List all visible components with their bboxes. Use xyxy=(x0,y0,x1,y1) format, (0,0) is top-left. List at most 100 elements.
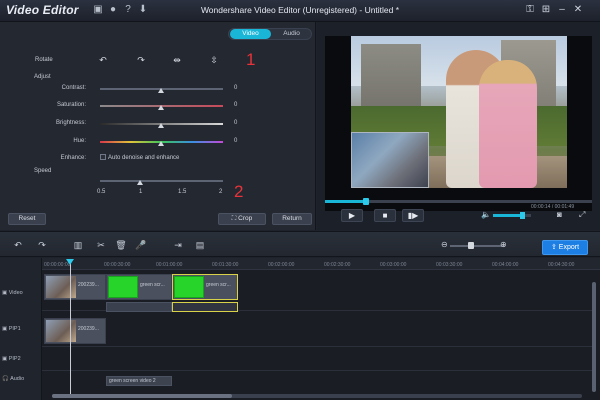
speed-slider[interactable] xyxy=(100,180,223,182)
redo-icon[interactable]: ↷ xyxy=(36,240,48,251)
play-button[interactable]: ▶ xyxy=(341,209,363,222)
timeline-ruler[interactable]: 00:00:00:00 00:00:30:00 00:01:00:00 00:0… xyxy=(42,258,600,270)
pip-track-icon: ▣ xyxy=(2,326,9,332)
ruler-tick: 00:04:30:00 xyxy=(548,262,575,268)
speed-tick-label: 1.5 xyxy=(178,189,187,195)
flip-horizontal-icon[interactable]: ⇹ xyxy=(172,55,182,65)
video-clip[interactable]: green scr... xyxy=(106,274,172,300)
rotate-right-icon[interactable]: ↷ xyxy=(136,55,146,65)
saturation-label: Saturation: xyxy=(56,102,86,108)
enhance-checkbox[interactable] xyxy=(100,154,106,160)
export-button[interactable]: ⇪ Export xyxy=(542,240,588,255)
annotation-marker-2: 2 xyxy=(234,182,244,201)
seekbar-progress xyxy=(325,200,365,203)
pip-clip[interactable]: 200239... xyxy=(44,318,106,344)
speed-label: Speed xyxy=(34,168,52,174)
clip-effect-bar[interactable] xyxy=(106,302,172,312)
timeline-horizontal-scrollbar[interactable] xyxy=(52,394,582,398)
track-headers: ▣ Video ▣ PIP1 ▣ PIP2 🎧 Audio xyxy=(0,258,42,400)
preview-video[interactable] xyxy=(325,36,592,211)
key-icon[interactable]: ⚿ xyxy=(524,4,536,16)
adjust-label: Adjust xyxy=(34,74,51,80)
export-button-label: Export xyxy=(558,244,580,251)
seekbar-thumb[interactable] xyxy=(363,198,369,205)
preview-timecode: 00:00:14 / 00:01:49 xyxy=(531,204,575,210)
ruler-tick: 00:02:00:00 xyxy=(268,262,295,268)
saturation-slider-thumb[interactable] xyxy=(158,105,164,110)
split-icon[interactable]: ⇥ xyxy=(172,240,184,251)
clip-name: green scr... xyxy=(206,282,231,288)
audio-clip[interactable]: green screen video 2 xyxy=(106,376,172,386)
hue-slider-thumb[interactable] xyxy=(158,141,164,146)
pip-overlay[interactable] xyxy=(351,132,429,188)
annotation-marker-1: 1 xyxy=(246,50,256,69)
reset-button[interactable]: Reset xyxy=(8,213,46,225)
zoom-slider-thumb[interactable] xyxy=(468,242,474,249)
clip-effect-bar-selected[interactable] xyxy=(172,302,238,312)
track-label-audio: 🎧 Audio xyxy=(2,376,25,382)
return-button[interactable]: Return xyxy=(272,213,312,225)
stop-button[interactable]: ■ xyxy=(374,209,396,222)
ruler-tick: 00:03:00:00 xyxy=(380,262,407,268)
fullscreen-icon[interactable]: ⤢ xyxy=(579,210,585,220)
clip-thumbnail xyxy=(46,320,76,342)
preview-seekbar[interactable] xyxy=(325,198,592,205)
next-frame-icon: ▮▶ xyxy=(407,211,419,220)
track-label-video: ▣ Video xyxy=(2,290,23,296)
volume-icon[interactable]: 🔈 xyxy=(481,210,491,219)
crop-button-label: Crop xyxy=(238,215,253,222)
export-icon: ⇪ xyxy=(550,244,559,251)
delete-icon[interactable]: 🗑 xyxy=(115,240,127,251)
cut-icon[interactable]: ✂ xyxy=(95,240,107,251)
ruler-tick: 00:00:30:00 xyxy=(104,262,131,268)
contrast-slider-thumb[interactable] xyxy=(158,88,164,93)
volume-slider[interactable] xyxy=(493,212,531,219)
video-clip-selected[interactable]: green scr... xyxy=(172,274,238,300)
flip-vertical-icon[interactable]: ⇳ xyxy=(209,55,219,65)
stop-icon: ■ xyxy=(382,211,388,220)
playhead-line[interactable] xyxy=(70,262,71,394)
volume-thumb[interactable] xyxy=(520,212,525,219)
ruler-tick: 00:04:00:00 xyxy=(492,262,519,268)
detach-icon[interactable]: ▤ xyxy=(194,240,206,251)
zoom-in-icon[interactable]: ⊕ xyxy=(500,240,507,249)
cart-icon[interactable]: ⊞ xyxy=(540,4,552,16)
undo-icon[interactable]: ↶ xyxy=(12,240,24,251)
clip-name: 200239... xyxy=(78,282,99,288)
ruler-tick: 00:01:00:00 xyxy=(156,262,183,268)
speed-slider-thumb[interactable] xyxy=(137,180,143,185)
video-clip[interactable]: 200239... xyxy=(44,274,106,300)
contrast-value: 0 xyxy=(234,85,238,91)
crop-button[interactable]: ⛶ Crop xyxy=(218,213,266,225)
timeline-vertical-scrollbar[interactable] xyxy=(592,282,596,392)
zoom-slider[interactable] xyxy=(450,245,505,247)
play-icon: ▶ xyxy=(348,211,356,220)
hue-label: Hue: xyxy=(73,138,86,144)
close-icon[interactable]: ✕ xyxy=(572,4,584,16)
zoom-out-icon[interactable]: ⊖ xyxy=(441,240,448,249)
ruler-tick: 00:01:30:00 xyxy=(212,262,239,268)
playhead-marker[interactable] xyxy=(66,259,74,265)
snapshot-icon[interactable]: ◙ xyxy=(557,210,562,219)
clip-thumbnail xyxy=(174,276,204,298)
clip-icon[interactable]: ▥ xyxy=(72,240,84,251)
brightness-label: Brightness: xyxy=(55,120,86,126)
clip-thumbnail xyxy=(46,276,76,298)
edit-panel: Video Audio Rotate ↶ ↷ ⇹ ⇳ 1 Adjust Cont… xyxy=(0,22,316,230)
tab-audio[interactable]: Audio xyxy=(271,29,312,39)
volume-fill xyxy=(493,214,523,217)
pip-track-icon: ▣ xyxy=(2,356,9,362)
tab-video[interactable]: Video xyxy=(230,29,271,39)
enhance-label: Enhance: xyxy=(60,155,86,161)
next-frame-button[interactable]: ▮▶ xyxy=(402,209,424,222)
scrollbar-thumb[interactable] xyxy=(52,394,232,398)
rotate-left-icon[interactable]: ↶ xyxy=(98,55,108,65)
app-window: Video Editor ▣ ● ? ⬇ Wondershare Video E… xyxy=(0,0,600,400)
speed-tick-label: 2 xyxy=(219,189,223,195)
minimize-icon[interactable]: – xyxy=(556,4,568,16)
enhance-option-label: Auto denoise and enhance xyxy=(108,155,180,161)
video-track-icon: ▣ xyxy=(2,290,9,296)
speed-tick-label: 1 xyxy=(139,189,143,195)
mic-icon[interactable]: 🎤 xyxy=(135,240,147,251)
brightness-slider-thumb[interactable] xyxy=(158,123,164,128)
